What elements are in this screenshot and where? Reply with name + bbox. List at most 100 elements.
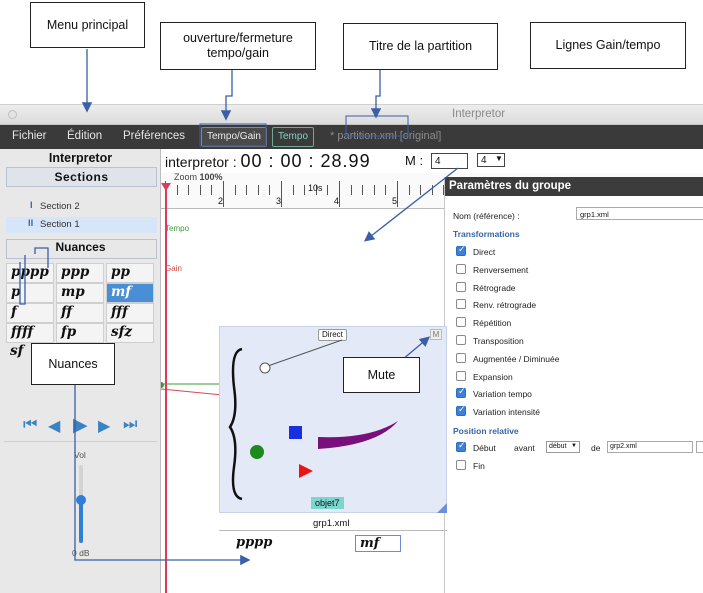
tempo-button[interactable]: Tempo (272, 127, 315, 147)
resize-handle-icon[interactable] (437, 503, 447, 513)
zoom-value[interactable]: 100% (200, 172, 223, 182)
playhead[interactable] (165, 183, 167, 593)
vol-value: 0 dB (72, 548, 90, 558)
section-marker: II (28, 218, 34, 229)
volume-slider-fill (79, 500, 83, 543)
ruler-mark: 3 (276, 196, 282, 206)
playhead-handle-icon[interactable] (161, 183, 171, 191)
ruler-tick (188, 185, 190, 195)
callout-lines: Lignes Gain/tempo (530, 22, 686, 69)
window-title: Interpretor (452, 108, 506, 120)
ruler-tick (292, 185, 294, 195)
play-icon[interactable]: ▶ (73, 414, 88, 437)
skip-forward-icon[interactable]: ⏭ (123, 416, 137, 434)
ruler-tick (362, 185, 364, 195)
reference-button[interactable] (696, 441, 703, 453)
ruler-tick (199, 185, 201, 195)
beats-select[interactable]: 4 ▼ (477, 153, 505, 167)
menu-edition[interactable]: Édition (67, 130, 102, 142)
start-label: Début (473, 443, 496, 453)
tempo-gain-toggle-button[interactable]: Tempo/Gain (201, 127, 267, 147)
end-checkbox[interactable] (456, 460, 466, 470)
transformations-header: Transformations (453, 229, 520, 239)
transformation-label: Variation tempo (473, 389, 532, 400)
curve-shape[interactable] (318, 421, 398, 449)
transformation-checkbox[interactable] (456, 244, 466, 256)
transformation-label: Répétition (473, 318, 512, 329)
section-item-selected[interactable]: II Section 1 (6, 217, 157, 233)
transformation-label: Direct (473, 247, 496, 257)
start-dynamic-label[interactable]: pppp (236, 535, 272, 550)
ruler-tick (373, 185, 375, 195)
window-close-button[interactable] (8, 110, 17, 119)
start-checkbox[interactable] (456, 440, 466, 452)
menu-fichier[interactable]: Fichier (12, 130, 47, 142)
callout-nuances: Nuances (31, 343, 115, 385)
transformation-checkbox[interactable] (456, 404, 466, 417)
tempo-point[interactable] (161, 382, 164, 388)
chevron-down-icon: ▼ (571, 443, 577, 449)
of-label: de (591, 443, 601, 453)
dynamic-pp[interactable]: pp (106, 263, 154, 283)
transformation-label: Renversement (473, 264, 529, 275)
ruler-tick (176, 185, 178, 195)
ruler-mark: 2 (218, 196, 224, 206)
ruler-tick (234, 185, 236, 195)
app-name: Interpretor (48, 151, 113, 165)
group-file-name: grp1.xml (313, 518, 350, 529)
dynamic-ffff[interactable]: ffff (6, 323, 54, 343)
dynamic-pppp[interactable]: pppp (6, 263, 54, 283)
reference-input[interactable]: grp2.xml (607, 441, 693, 453)
params-header: Paramètres du groupe (445, 177, 703, 196)
transformation-checkbox[interactable] (456, 386, 466, 399)
title-bar: Interpretor (0, 105, 703, 125)
square-shape[interactable] (289, 426, 302, 439)
callout-title: Titre de la partition (343, 23, 498, 70)
ruler-tick (269, 185, 271, 195)
forward-icon[interactable]: ▶ (98, 416, 110, 436)
ruler-tick (327, 185, 329, 195)
transformation-checkbox[interactable] (456, 281, 466, 292)
dynamic-mf[interactable]: mf (106, 283, 154, 303)
triangle-shape[interactable] (299, 464, 313, 478)
end-label: Fin (473, 461, 485, 471)
dynamic-sfz[interactable]: sfz (106, 323, 154, 343)
ruler-mark: 5 (392, 196, 398, 206)
ruler-tick (304, 185, 306, 195)
ruler-tick (281, 181, 282, 207)
dynamic-mp[interactable]: mp (56, 283, 104, 303)
transformation-checkbox[interactable] (456, 317, 466, 328)
transformation-checkbox[interactable] (456, 352, 466, 363)
dynamic-ff[interactable]: ff (56, 303, 104, 323)
direct-arrow (264, 339, 343, 368)
anchor-select[interactable]: début ▼ (546, 441, 580, 453)
dynamic-ppp[interactable]: ppp (56, 263, 104, 283)
skip-back-icon[interactable]: ⏮ (23, 416, 37, 434)
green-dot-shape[interactable] (250, 445, 264, 459)
transformation-checkbox[interactable] (456, 335, 466, 345)
menu-preferences[interactable]: Préférences (123, 130, 185, 142)
section-item[interactable]: I Section 2 (6, 199, 157, 215)
rewind-icon[interactable]: ◀ (48, 416, 60, 436)
ruler-tick (431, 185, 433, 195)
circle-shape[interactable] (259, 362, 271, 374)
dynamic-fff[interactable]: fff (106, 303, 154, 323)
end-dynamic-field[interactable]: mf (355, 535, 401, 552)
ruler-tick (385, 185, 387, 195)
callout-mute: Mute (343, 357, 420, 393)
dynamic-f[interactable]: f (6, 303, 54, 323)
before-label: avant (514, 443, 535, 453)
dynamic-p[interactable]: p (6, 283, 54, 303)
transformation-checkbox[interactable] (456, 263, 466, 274)
transformation-label: Augmentée / Diminuée (473, 353, 560, 364)
menu-bar: Fichier Édition Préférences Tempo/Gain T… (0, 125, 703, 149)
measure-input[interactable]: 4 (431, 153, 468, 169)
transformation-checkbox[interactable] (456, 370, 466, 381)
transformation-label: Transposition (473, 336, 524, 346)
ruler-time-label: 10s (308, 183, 323, 193)
dynamic-fp[interactable]: fp (56, 323, 104, 343)
name-input[interactable]: grp1.xml (576, 207, 703, 220)
group-object[interactable]: Direct M objet7 (219, 326, 447, 513)
callout-toggle: ouverture/fermeture tempo/gain (160, 22, 316, 70)
transformation-checkbox[interactable] (456, 299, 466, 310)
